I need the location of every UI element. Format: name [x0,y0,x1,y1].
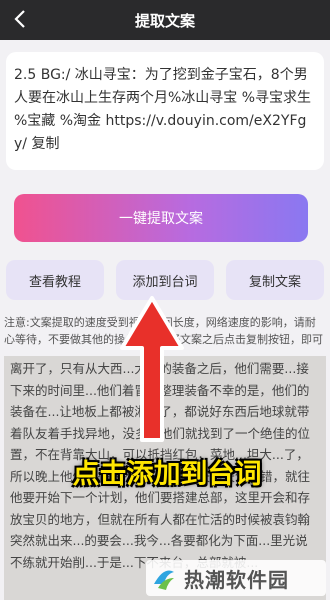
red-arrow-icon [120,296,184,442]
watermark-text: 热潮软件园 [184,568,289,592]
link-input-text[interactable]: 2.5 BG:/ 冰山寻宝：为了挖到金子宝石，8个男人要在冰山上生存两个月%冰山… [14,64,316,156]
copy-text-button[interactable]: 复制文案 [226,260,324,300]
tutorial-button[interactable]: 查看教程 [6,260,104,300]
watermark-logo-icon [154,570,174,590]
tutorial-caption: 点击添加到台词 [72,459,262,490]
watermark: 热潮软件园 [146,560,326,596]
extract-button[interactable]: 一键提取文案 [14,194,308,242]
page-title: 提取文案 [134,12,195,30]
link-input-card[interactable]: 2.5 BG:/ 冰山寻宝：为了挖到金子宝石，8个男人要在冰山上生存两个月%冰山… [6,52,324,170]
top-bar: 提取文案 [0,0,330,40]
